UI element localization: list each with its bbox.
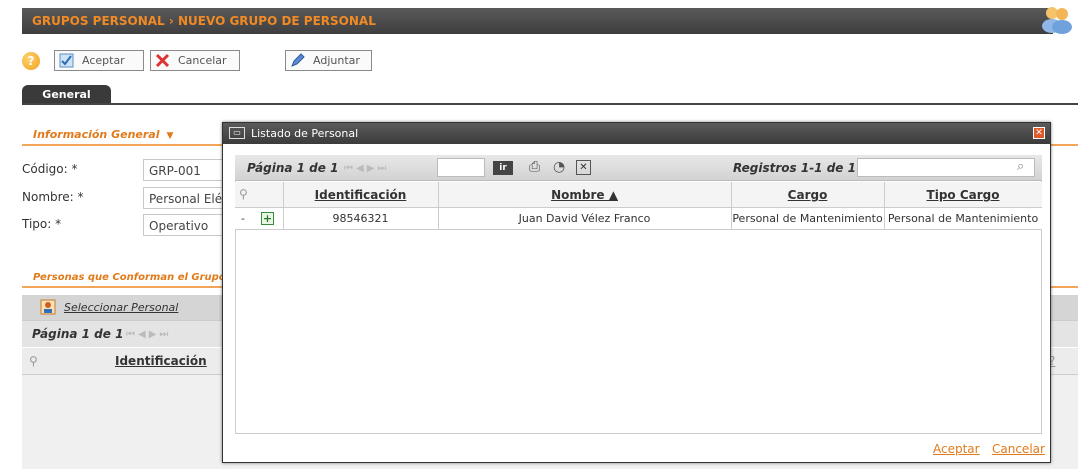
- chart-icon[interactable]: ◔: [553, 159, 565, 175]
- dialog-accept-link[interactable]: Aceptar: [933, 442, 980, 456]
- filter-icon[interactable]: ⚲: [29, 354, 38, 368]
- go-button[interactable]: ir: [493, 161, 513, 175]
- accept-button[interactable]: Aceptar: [54, 50, 144, 71]
- excel-icon[interactable]: ✕: [576, 160, 591, 175]
- cancel-button[interactable]: Cancelar: [150, 50, 240, 71]
- general-info-heading-label: Información General: [33, 128, 160, 141]
- print-icon[interactable]: ⎙: [529, 159, 540, 175]
- page-nav-icon[interactable]: ⏮◀▶⏭: [344, 163, 389, 174]
- add-icon[interactable]: +: [261, 212, 274, 225]
- help-icon[interactable]: ?: [22, 52, 40, 70]
- accept-button-label: Aceptar: [82, 54, 125, 67]
- page-title: GRUPOS PERSONAL › NUEVO GRUPO DE PERSONA…: [32, 14, 376, 28]
- attach-button-label: Adjuntar: [313, 54, 360, 67]
- page-nav-icon[interactable]: ⏮◀▶⏭: [126, 329, 171, 340]
- general-info-heading[interactable]: Información General ▼: [33, 128, 173, 141]
- personnel-list-dialog: ▭ Listado de Personal ✕ Página 1 de 1 ⏮◀…: [222, 122, 1051, 463]
- members-page-text: Página 1 de 1: [32, 327, 124, 341]
- code-label: Código: *: [22, 162, 78, 176]
- page-number-input[interactable]: [437, 158, 485, 177]
- tab-divider: [22, 103, 1078, 105]
- close-icon[interactable]: ✕: [1033, 127, 1045, 139]
- section-divider: [22, 286, 222, 288]
- pencil-icon: [290, 53, 305, 68]
- section-divider: [22, 144, 222, 146]
- col-name[interactable]: Nombre ▲: [438, 188, 731, 202]
- filter-icon[interactable]: ⚲: [239, 187, 248, 201]
- check-icon: [59, 53, 74, 68]
- col-identification[interactable]: Identificación: [283, 188, 438, 202]
- header-bar: GRUPOS PERSONAL › NUEVO GRUPO DE PERSONA…: [22, 8, 1053, 34]
- cell-cargo: Personal de Mantenimiento: [732, 212, 883, 225]
- window-icon: ▭: [229, 127, 245, 139]
- table-row[interactable]: - + 98546321 Juan David Vélez Franco Per…: [235, 208, 1042, 230]
- search-input[interactable]: [857, 158, 1035, 177]
- type-field[interactable]: Operativo: [143, 214, 223, 236]
- caret-down-icon: ▼: [163, 131, 174, 141]
- select-person-icon: [40, 299, 56, 315]
- members-heading: Personas que Conforman el Grupo: [33, 272, 226, 283]
- dialog-pagination-bar: Página 1 de 1 ⏮◀▶⏭ ir ⎙ ◔ ✕ Registros 1-…: [235, 155, 1042, 181]
- records-text: Registros 1-1 de 1: [733, 161, 856, 175]
- dialog-page-text: Página 1 de 1: [247, 161, 339, 175]
- cell-identification: 98546321: [332, 212, 389, 225]
- dialog-grid-header: ⚲ Identificación Nombre ▲ Cargo Tipo Car…: [235, 182, 1042, 208]
- section-divider: [1051, 144, 1078, 146]
- code-field[interactable]: GRP-001: [143, 159, 223, 181]
- cell-name: Juan David Vélez Franco: [518, 212, 651, 225]
- row-dash: -: [241, 212, 245, 225]
- dialog-title: Listado de Personal: [251, 127, 359, 140]
- col-tipo-cargo[interactable]: Tipo Cargo: [884, 188, 1042, 202]
- dialog-title-bar[interactable]: ▭ Listado de Personal ✕: [223, 123, 1050, 144]
- col-cargo[interactable]: Cargo: [731, 188, 884, 202]
- section-divider: [1051, 286, 1078, 288]
- users-icon[interactable]: [1040, 4, 1074, 34]
- col-identification[interactable]: Identificación: [115, 354, 207, 368]
- search-icon[interactable]: ⌕: [1017, 159, 1024, 174]
- cancel-button-label: Cancelar: [178, 54, 227, 67]
- x-icon: [155, 53, 170, 68]
- dialog-cancel-link[interactable]: Cancelar: [992, 442, 1045, 456]
- select-person-link[interactable]: Seleccionar Personal: [64, 301, 178, 314]
- attach-button[interactable]: Adjuntar: [285, 50, 372, 71]
- name-field[interactable]: Personal Eléc: [143, 187, 223, 209]
- name-label: Nombre: *: [22, 190, 84, 204]
- type-label: Tipo: *: [22, 217, 62, 231]
- tab-general[interactable]: General: [22, 85, 111, 104]
- cell-tipo-cargo: Personal de Mantenimiento: [887, 212, 1039, 225]
